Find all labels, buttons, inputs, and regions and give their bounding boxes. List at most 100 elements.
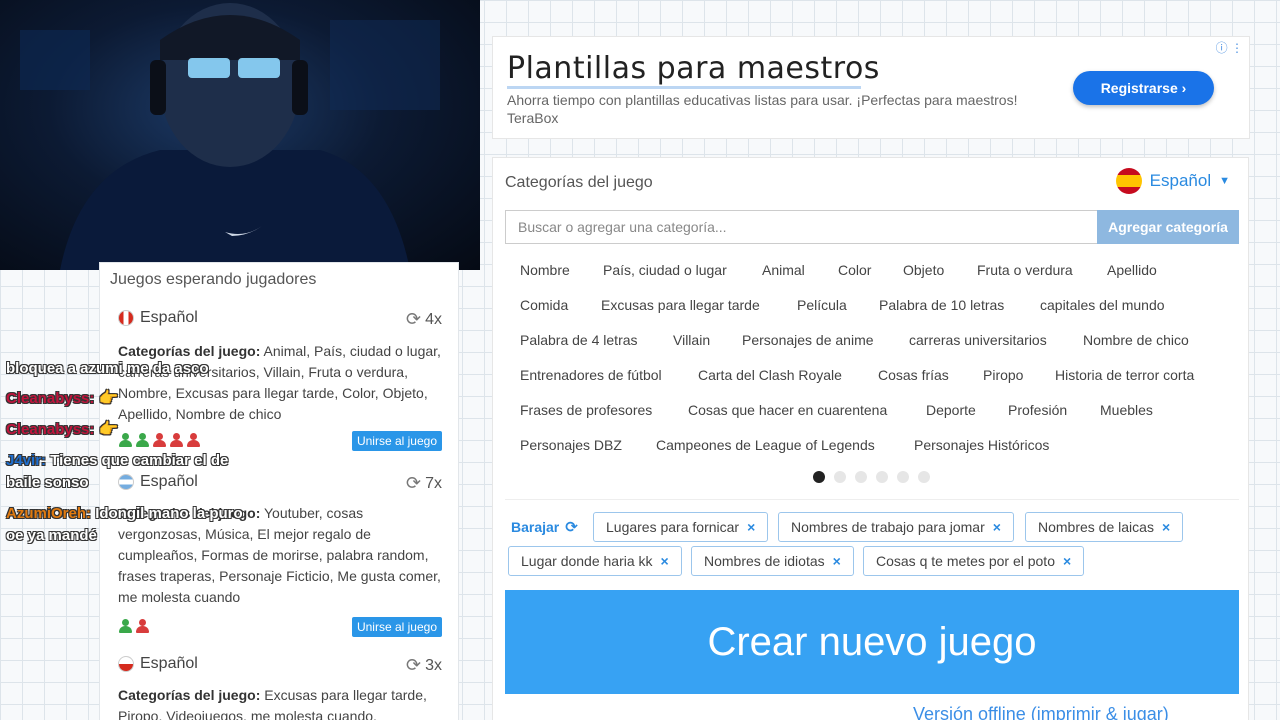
info-icon[interactable]: ⓘ ⋮ — [1216, 39, 1243, 56]
join-game-button[interactable]: Unirse al juego — [351, 617, 442, 637]
category-chip[interactable]: Apellido — [1107, 262, 1157, 278]
game-rounds: ⟳ 7x — [406, 473, 442, 493]
chat-message: AzumiOreh: Idongil mano la puro — [6, 505, 243, 522]
peru-flag-icon — [118, 310, 134, 326]
carousel-dot[interactable] — [834, 471, 846, 483]
waiting-games-panel: Juegos esperando jugadores Español ⟳ 4x … — [99, 262, 459, 720]
player-icons — [118, 433, 201, 447]
selected-category-tag: Nombres de idiotas × — [691, 546, 854, 576]
waiting-games-title: Juegos esperando jugadores — [110, 271, 317, 288]
category-chip[interactable]: Color — [838, 262, 871, 278]
categories-panel: Categorías del juego Español ▼ Agregar c… — [492, 157, 1249, 720]
category-chip[interactable]: Villain — [673, 332, 710, 348]
selected-category-tag: Lugares para fornicar × — [593, 512, 769, 542]
chevron-right-icon: › — [1181, 80, 1187, 96]
category-chip[interactable]: capitales del mundo — [1040, 297, 1165, 313]
selected-category-tag: Nombres de laicas × — [1025, 512, 1184, 542]
player-icon — [169, 433, 184, 447]
category-chip[interactable]: Entrenadores de fútbol — [520, 367, 662, 383]
chat-message: Cleanabyss: 👉 — [6, 390, 119, 407]
chat-message: oe ya mandé — [6, 527, 97, 544]
category-chip[interactable]: Comida — [520, 297, 568, 313]
refresh-icon: ⟳ — [406, 655, 422, 675]
category-chip[interactable]: Historia de terror corta — [1055, 367, 1194, 383]
game-rounds: ⟳ 3x — [406, 655, 442, 675]
category-chip[interactable]: Personajes Históricos — [914, 437, 1049, 453]
remove-icon[interactable]: × — [833, 553, 841, 569]
chat-message: Cleanabyss: 👉 — [6, 421, 119, 438]
category-chip[interactable]: carreras universitarios — [909, 332, 1047, 348]
category-chip[interactable]: Fruta o verdura — [977, 262, 1073, 278]
remove-icon[interactable]: × — [1162, 519, 1170, 535]
join-game-button[interactable]: Unirse al juego — [351, 431, 442, 451]
game-language: Español — [118, 655, 198, 673]
player-icon — [152, 433, 167, 447]
refresh-icon: ⟳ — [406, 473, 422, 493]
register-button[interactable]: Registrarse › — [1073, 71, 1214, 105]
spain-flag-icon — [1115, 168, 1142, 194]
category-chip[interactable]: País, ciudad o lugar — [603, 262, 727, 278]
category-chip[interactable]: Personajes de anime — [742, 332, 874, 348]
ad-title: Plantillas para maestros — [507, 51, 880, 86]
player-icon — [186, 433, 201, 447]
category-chip[interactable]: Campeones de League of Legends — [656, 437, 875, 453]
category-chip[interactable]: Cosas frías — [878, 367, 949, 383]
player-icon — [135, 433, 150, 447]
player-icon — [135, 619, 150, 633]
remove-icon[interactable]: × — [661, 553, 669, 569]
category-chip[interactable]: Piropo — [983, 367, 1023, 383]
carousel-dot[interactable] — [813, 471, 825, 483]
carousel-dot[interactable] — [876, 471, 888, 483]
category-chip[interactable]: Carta del Clash Royale — [698, 367, 842, 383]
game-categories: Categorías del juego: Animal, País, ciud… — [118, 343, 441, 422]
category-chip[interactable]: Palabra de 10 letras — [879, 297, 1004, 313]
chile-flag-icon — [118, 656, 134, 672]
player-icon — [118, 619, 133, 633]
divider — [505, 499, 1239, 500]
remove-icon[interactable]: × — [993, 519, 1001, 535]
carousel-dots — [813, 471, 930, 483]
chat-message: bloquea a azumi me da asco — [6, 360, 209, 377]
category-chip[interactable]: Objeto — [903, 262, 944, 278]
player-icons — [118, 619, 150, 633]
game-rounds: ⟳ 4x — [406, 309, 442, 329]
selected-category-tag: Cosas q te metes por el poto × — [863, 546, 1085, 576]
remove-icon[interactable]: × — [1063, 553, 1071, 569]
category-chip[interactable]: Animal — [762, 262, 805, 278]
offline-version-link[interactable]: Versión offline (imprimir & jugar) — [913, 704, 1169, 720]
category-chip[interactable]: Palabra de 4 letras — [520, 332, 638, 348]
language-select[interactable]: Español ▼ — [1115, 168, 1230, 194]
category-chip[interactable]: Frases de profesores — [520, 402, 652, 418]
category-chip[interactable]: Excusas para llegar tarde — [601, 297, 760, 313]
webcam-overlay — [0, 0, 480, 270]
carousel-dot[interactable] — [855, 471, 867, 483]
category-chip[interactable]: Película — [797, 297, 847, 313]
game-categories: Categorías del juego: Excusas para llega… — [118, 687, 427, 720]
selected-category-tag: Nombres de trabajo para jomar × — [778, 512, 1014, 542]
carousel-dot[interactable] — [918, 471, 930, 483]
shuffle-button[interactable]: Barajar ⟳ — [511, 518, 578, 536]
category-chip[interactable]: Profesión — [1008, 402, 1067, 418]
category-chip[interactable]: Cosas que hacer en cuarentena — [688, 402, 887, 418]
category-chip[interactable]: Personajes DBZ — [520, 437, 622, 453]
category-chip[interactable]: Nombre — [520, 262, 570, 278]
categories-heading: Categorías del juego — [505, 174, 653, 191]
hand-icon: 👉 — [98, 390, 119, 407]
category-chip[interactable]: Deporte — [926, 402, 976, 418]
chat-message: J4vir: Tienes que cambiar el de — [6, 452, 229, 469]
ad-description: Ahorra tiempo con plantillas educativas … — [507, 92, 1018, 126]
ad-title-underline — [507, 86, 861, 89]
argentina-flag-icon — [118, 474, 134, 490]
ad-banner[interactable]: Plantillas para maestros Ahorra tiempo c… — [492, 36, 1250, 139]
add-category-button[interactable]: Agregar categoría — [1097, 210, 1239, 244]
carousel-dot[interactable] — [897, 471, 909, 483]
shuffle-icon: ⟳ — [565, 519, 578, 536]
remove-icon[interactable]: × — [747, 519, 755, 535]
category-chip[interactable]: Muebles — [1100, 402, 1153, 418]
create-game-button[interactable]: Crear nuevo juego — [505, 590, 1239, 694]
category-chip[interactable]: Nombre de chico — [1083, 332, 1189, 348]
category-search-input[interactable] — [505, 210, 1097, 244]
game-language: Español — [118, 473, 198, 491]
game-language: Español — [118, 309, 198, 327]
chat-message: baile sonso — [6, 474, 89, 491]
